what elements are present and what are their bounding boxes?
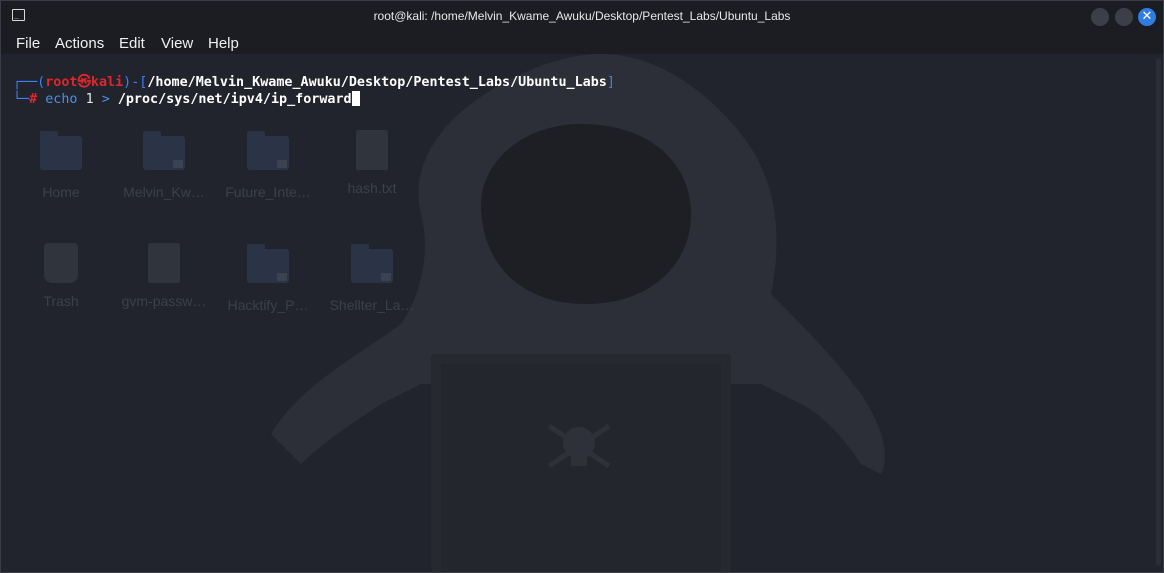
text-file-icon	[356, 130, 388, 170]
prompt-host: kali	[90, 75, 124, 90]
desktop-icon-gvm: gvm-passw…	[114, 243, 214, 309]
menu-edit[interactable]: Edit	[119, 34, 145, 54]
desktop-icon-melvin: Melvin_Kw…	[114, 131, 214, 200]
command-redirect: >	[101, 92, 110, 107]
trash-icon	[44, 243, 78, 283]
folder-icon	[143, 131, 185, 170]
text-file-icon	[148, 243, 180, 283]
menu-bar: File Actions Edit View Help	[1, 32, 1163, 54]
desktop-icon-hash: hash.txt	[322, 130, 422, 196]
desktop-icon-future: Future_Inte…	[218, 131, 318, 200]
minimize-button[interactable]	[1091, 8, 1109, 26]
terminal-area[interactable]: Home Melvin_Kw… Future_Inte… hash.txt Tr…	[1, 54, 1163, 572]
command-name: echo	[45, 92, 78, 107]
close-icon: ✕	[1141, 9, 1153, 24]
maximize-button[interactable]	[1115, 8, 1133, 26]
close-button[interactable]: ✕	[1138, 8, 1156, 26]
desktop-icon-home: Home	[11, 131, 111, 200]
scrollbar[interactable]	[1156, 58, 1161, 566]
prompt-line: ┌──(root㉿kali)-[/home/Melvin_Kwame_Awuku…	[13, 75, 615, 90]
menu-file[interactable]: File	[16, 34, 40, 54]
command-target: /proc/sys/net/ipv4/ip_forward	[117, 92, 352, 107]
folder-icon	[247, 244, 289, 283]
menu-view[interactable]: View	[161, 34, 193, 54]
command-line[interactable]: └─# echo 1 > /proc/sys/net/ipv4/ip_forwa…	[13, 91, 360, 108]
terminal-window: _ root@kali: /home/Melvin_Kwame_Awuku/De…	[0, 0, 1164, 573]
prompt-at: ㉿	[77, 75, 91, 90]
title-bar[interactable]: _ root@kali: /home/Melvin_Kwame_Awuku/De…	[1, 1, 1163, 32]
menu-help[interactable]: Help	[208, 34, 239, 54]
window-title: root@kali: /home/Melvin_Kwame_Awuku/Desk…	[373, 9, 791, 23]
home-folder-icon	[40, 131, 82, 170]
prompt-symbol: #	[29, 92, 38, 107]
menu-actions[interactable]: Actions	[55, 34, 104, 54]
desktop-icon-hacktify: Hacktify_P…	[218, 244, 318, 313]
folder-icon	[351, 244, 393, 283]
prompt-path: /home/Melvin_Kwame_Awuku/Desktop/Pentest…	[147, 75, 607, 90]
command-arg: 1	[85, 92, 94, 107]
prompt-user: root	[45, 75, 78, 90]
folder-icon	[247, 131, 289, 170]
text-cursor	[351, 91, 360, 106]
desktop-icon-trash: Trash	[11, 243, 111, 309]
desktop-icon-shellter: Shellter_La…	[322, 244, 422, 313]
hacker-wallpaper-image	[271, 54, 885, 572]
